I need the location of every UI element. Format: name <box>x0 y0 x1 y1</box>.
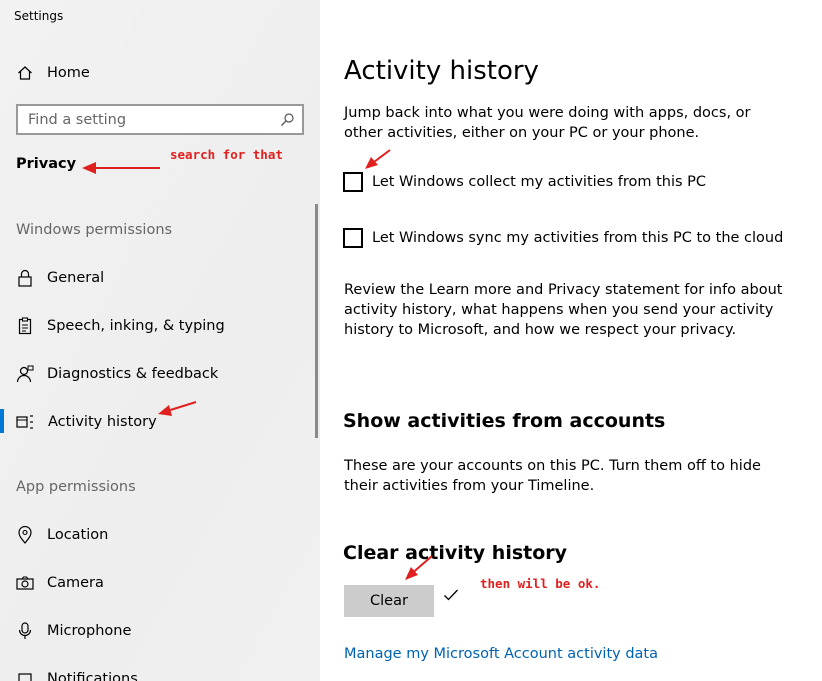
checkbox-label[interactable]: Let Windows collect my activities from t… <box>372 174 706 190</box>
review-text: Review the Learn more and Privacy statem… <box>344 282 783 338</box>
window-title: Settings <box>14 9 64 23</box>
annotation-note-ok: then will be ok. <box>480 576 601 591</box>
notifications-icon <box>16 670 34 681</box>
home-nav-item[interactable]: Home <box>0 53 320 93</box>
sidebar-item-notifications[interactable]: Notifications <box>0 659 320 681</box>
sidebar-item-label: General <box>47 270 105 286</box>
page-title: Activity history <box>344 56 539 86</box>
section-header-windows-permissions: Windows permissions <box>16 222 173 238</box>
sync-activities-checkbox[interactable]: Let Windows sync my activities from this… <box>343 227 783 249</box>
sidebar-item-speech[interactable]: Speech, inking, & typing <box>0 306 320 346</box>
sidebar-item-label: Notifications <box>47 671 138 681</box>
clear-button[interactable]: Clear <box>344 585 434 617</box>
sidebar-item-camera[interactable]: Camera <box>0 563 320 603</box>
sidebar-item-label: Activity history <box>48 414 157 430</box>
microphone-icon <box>16 622 34 640</box>
person-feedback-icon <box>16 365 34 383</box>
collect-activities-checkbox[interactable]: Let Windows collect my activities from t… <box>343 171 706 193</box>
sidebar-scrollbar[interactable] <box>315 204 318 438</box>
sidebar-item-label: Location <box>47 527 109 543</box>
sidebar-item-microphone[interactable]: Microphone <box>0 611 320 651</box>
accounts-text: These are your accounts on this PC. Turn… <box>344 458 761 494</box>
sidebar-item-label: Diagnostics & feedback <box>47 366 219 382</box>
checkmark-icon <box>443 587 459 606</box>
category-title: Privacy <box>16 156 77 172</box>
sidebar-item-activity-history[interactable]: Activity history <box>0 402 320 442</box>
sidebar-item-label: Speech, inking, & typing <box>47 318 225 334</box>
sidebar-item-location[interactable]: Location <box>0 515 320 555</box>
home-icon <box>16 64 34 82</box>
annotation-note-search: search for that <box>170 147 283 162</box>
sidebar-item-general[interactable]: General <box>0 258 320 298</box>
checkbox-label[interactable]: Let Windows sync my activities from this… <box>372 230 783 246</box>
sidebar-item-label: Microphone <box>47 623 132 639</box>
camera-icon <box>16 574 34 592</box>
activity-history-icon <box>16 413 34 431</box>
checkbox-box[interactable] <box>343 228 363 248</box>
clear-section-title: Clear activity history <box>343 542 568 564</box>
search-placeholder: Find a setting <box>28 111 127 128</box>
home-label: Home <box>47 65 90 81</box>
manage-activity-data-link[interactable]: Manage my Microsoft Account activity dat… <box>344 646 658 662</box>
checkbox-box[interactable] <box>343 172 363 192</box>
sidebar-item-label: Camera <box>47 575 104 591</box>
search-input[interactable]: Find a setting <box>16 104 304 135</box>
clipboard-icon <box>16 317 34 335</box>
sidebar-item-diagnostics[interactable]: Diagnostics & feedback <box>0 354 320 394</box>
accounts-section-title: Show activities from accounts <box>343 410 666 432</box>
search-icon[interactable] <box>280 112 295 131</box>
section-header-app-permissions: App permissions <box>16 479 136 495</box>
intro-text: Jump back into what you were doing with … <box>344 105 751 141</box>
sidebar: Settings Home Find a setting Privacy Win… <box>0 0 320 681</box>
lock-icon <box>16 269 34 287</box>
location-pin-icon <box>16 526 34 544</box>
